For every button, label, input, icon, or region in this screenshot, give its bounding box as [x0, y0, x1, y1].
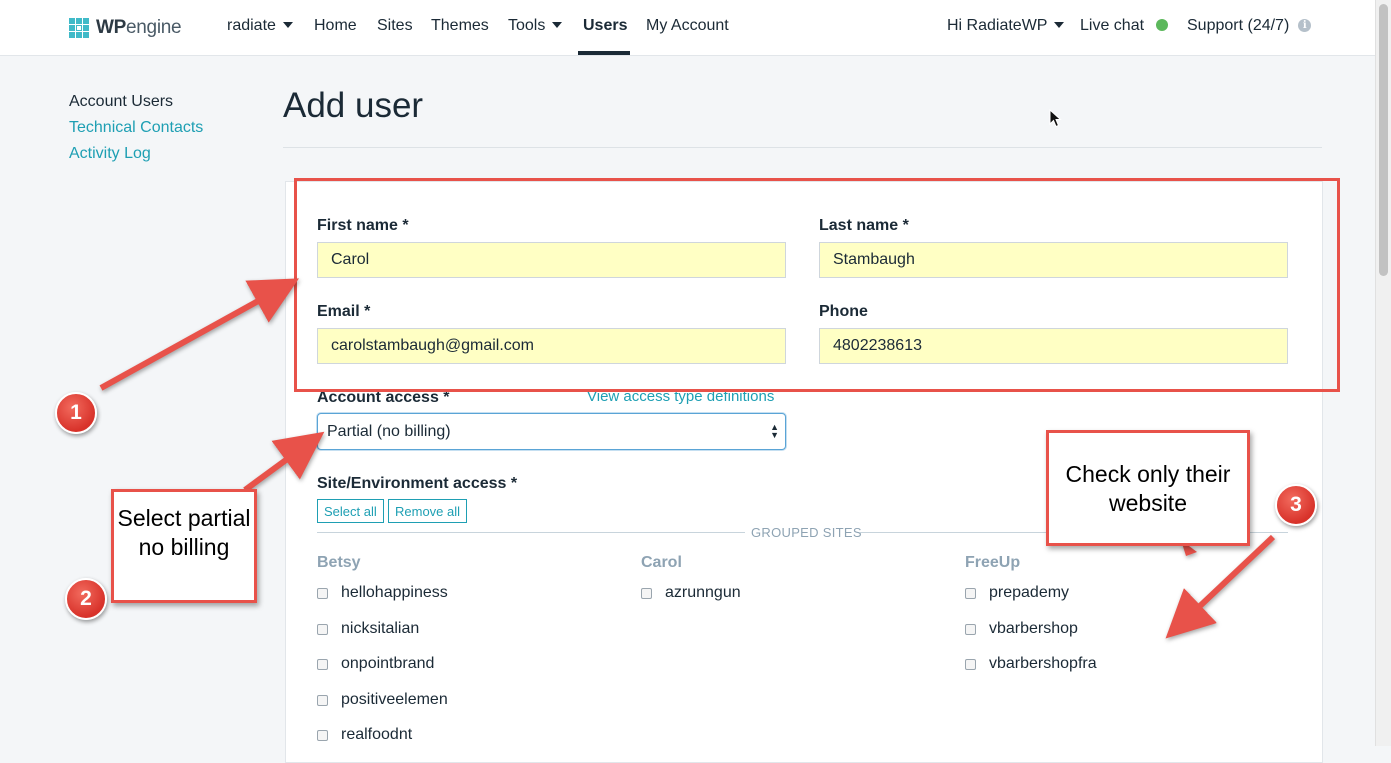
mouse-cursor-icon: [1049, 109, 1062, 128]
annotation-badge-1: 1: [55, 392, 97, 434]
annotation-arrow-2: [243, 431, 325, 493]
annotation-arrow-1: [99, 278, 299, 391]
annotation-badge-3: 3: [1275, 484, 1317, 526]
annotation-callout-check-website: Check only their website: [1046, 430, 1250, 546]
annotation-badge-2: 2: [65, 578, 107, 620]
annotation-arrow-3: [1165, 534, 1276, 639]
annotation-arrows: [99, 278, 1276, 639]
annotation-callout-select-partial: Select partial no billing: [111, 489, 257, 603]
